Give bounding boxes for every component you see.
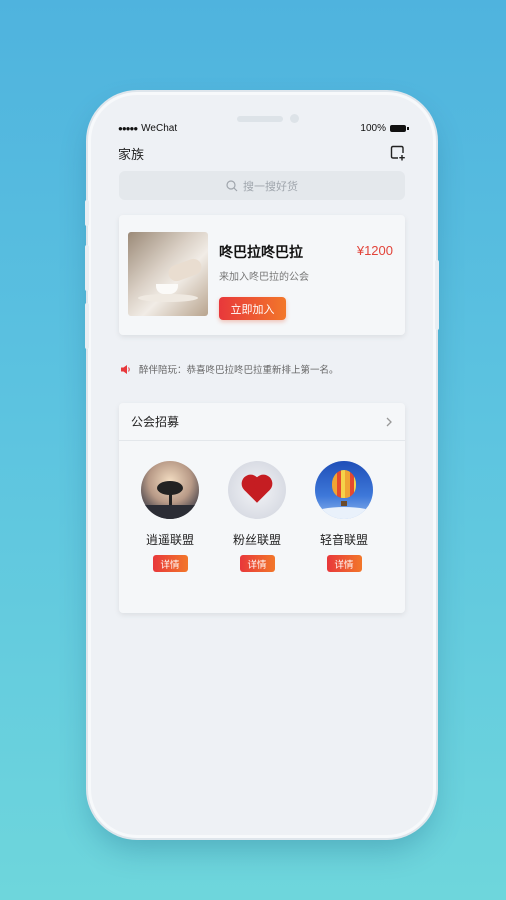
phone-volume-down-button (85, 303, 89, 349)
announcement-bar: 醉伴陪玩：恭喜咚巴拉咚巴拉重新排上第一名。 (120, 361, 405, 377)
search-input[interactable]: 搜一搜好货 (119, 171, 405, 200)
battery-label: 100% (360, 122, 386, 134)
battery-icon (390, 124, 409, 132)
guild-description: 来加入咚巴拉的公会 (219, 272, 309, 283)
featured-guild-card[interactable]: 咚巴拉咚巴拉 ¥1200 来加入咚巴拉的公会 立即加入 (119, 215, 405, 335)
recruit-guild-name: 轻音联盟 (319, 533, 368, 547)
recruit-guild-item[interactable]: 逍遥联盟 详情 (130, 461, 210, 572)
recruit-title: 公会招募 (131, 415, 180, 429)
guild-avatar (228, 461, 286, 519)
signal-icon: ●●●●● (118, 123, 138, 133)
chevron-right-icon[interactable] (385, 416, 393, 428)
guild-cover-image (128, 232, 208, 316)
guild-avatar (315, 461, 373, 519)
recruit-guild-name: 粉丝联盟 (232, 533, 281, 547)
detail-button[interactable]: 详情 (239, 555, 275, 572)
search-icon (226, 179, 238, 191)
recruit-guild-name: 逍遥联盟 (145, 533, 194, 547)
recruit-guild-item[interactable]: 粉丝联盟 详情 (217, 461, 297, 572)
speaker-icon (121, 364, 130, 374)
phone-mute-button (85, 200, 89, 226)
phone-power-button (435, 260, 439, 330)
recruit-guild-item[interactable]: 轻音联盟 详情 (304, 461, 384, 572)
status-bar: ●●●●● WeChat 100% (118, 121, 409, 135)
add-group-icon[interactable] (390, 145, 406, 161)
guild-avatar (141, 461, 199, 519)
announcement-text: 醉伴陪玩：恭喜咚巴拉咚巴拉重新排上第一名。 (139, 365, 339, 376)
app-header: 家族 (118, 143, 406, 163)
detail-button[interactable]: 详情 (326, 555, 362, 572)
phone-frame: ●●●●● WeChat 100% 家族 搜一搜好货 咚巴拉咚巴拉 ¥1200 … (85, 95, 439, 835)
detail-button[interactable]: 详情 (152, 555, 188, 572)
guild-price: ¥1200 (356, 243, 393, 258)
phone-volume-up-button (85, 245, 89, 291)
guild-name: 咚巴拉咚巴拉 (219, 244, 303, 260)
carrier-label: WeChat (141, 122, 178, 134)
join-now-button[interactable]: 立即加入 (219, 297, 286, 320)
guild-recruit-card: 公会招募 逍遥联盟 详情 粉丝联盟 详情 轻音联盟 详情 (119, 403, 405, 613)
recruit-header[interactable]: 公会招募 (119, 403, 405, 441)
page-title: 家族 (118, 146, 145, 162)
search-placeholder: 搜一搜好货 (243, 180, 298, 193)
